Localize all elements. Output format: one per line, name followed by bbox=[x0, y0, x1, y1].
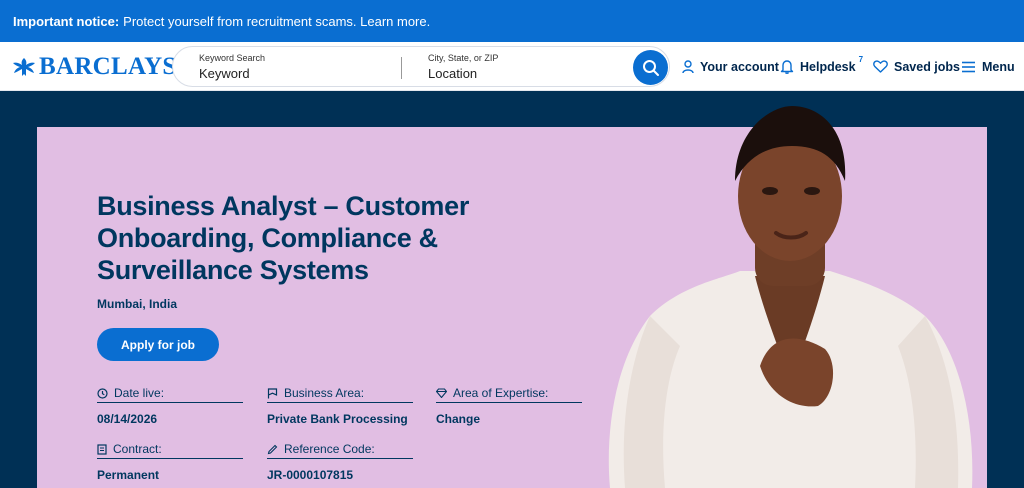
job-hero-section: Business Analyst – Customer Onboarding, … bbox=[0, 91, 1024, 488]
your-account-link[interactable]: Your account bbox=[682, 42, 779, 91]
meta-label: Reference Code: bbox=[284, 442, 375, 456]
barclays-logo[interactable]: BARCLAYS bbox=[12, 53, 177, 81]
meta-value: JR-0000107815 bbox=[267, 468, 354, 482]
site-header: BARCLAYS Keyword Search Keyword City, St… bbox=[0, 42, 1024, 91]
job-title: Business Analyst – Customer Onboarding, … bbox=[97, 191, 470, 285]
hamburger-icon bbox=[962, 61, 975, 72]
menu-button[interactable]: Menu bbox=[961, 42, 1015, 91]
meta-value: Permanent bbox=[97, 468, 160, 482]
meta-value: 08/14/2026 bbox=[97, 412, 158, 426]
location-search-field[interactable]: City, State, or ZIP Location bbox=[428, 53, 498, 81]
notice-text[interactable]: Protect yourself from recruitment scams.… bbox=[123, 14, 430, 29]
pencil-icon bbox=[267, 444, 278, 454]
search-divider bbox=[401, 57, 402, 79]
important-notice-bar[interactable]: Important notice: Protect yourself from … bbox=[0, 0, 1024, 42]
saved-jobs-link[interactable]: Saved jobs bbox=[873, 42, 960, 91]
helpdesk-link[interactable]: Helpdesk 7 bbox=[780, 42, 863, 91]
search-icon bbox=[642, 59, 659, 76]
hero-portrait-image bbox=[608, 106, 973, 488]
meta-label: Business Area: bbox=[284, 386, 365, 400]
meta-label: Area of Expertise: bbox=[453, 386, 549, 400]
job-search-bar: Keyword Search Keyword City, State, or Z… bbox=[172, 46, 670, 87]
flag-icon bbox=[267, 387, 278, 398]
apply-for-job-button[interactable]: Apply for job bbox=[97, 328, 219, 361]
meta-value: Change bbox=[436, 412, 481, 426]
location-label: City, State, or ZIP bbox=[428, 53, 499, 63]
meta-label: Date live: bbox=[114, 386, 165, 400]
document-icon bbox=[97, 443, 107, 455]
keyword-input[interactable]: Keyword bbox=[199, 66, 265, 81]
clock-icon bbox=[97, 387, 108, 399]
meta-business-area: Business Area: Private Bank Processing bbox=[267, 386, 413, 426]
job-location: Mumbai, India bbox=[97, 297, 178, 311]
meta-value: Private Bank Processing bbox=[267, 412, 408, 426]
user-icon bbox=[682, 59, 694, 73]
keyword-label: Keyword Search bbox=[199, 53, 266, 63]
helpdesk-label: Helpdesk bbox=[800, 59, 856, 74]
meta-reference-code: Reference Code: JR-0000107815 bbox=[267, 442, 413, 482]
meta-contract: Contract: Permanent bbox=[97, 442, 243, 482]
saved-jobs-label: Saved jobs bbox=[894, 59, 960, 74]
location-input[interactable]: Location bbox=[428, 66, 498, 81]
meta-date-live: Date live: 08/14/2026 bbox=[97, 386, 243, 426]
meta-area-of-expertise: Area of Expertise: Change bbox=[436, 386, 582, 426]
keyword-search-field[interactable]: Keyword Search Keyword bbox=[199, 53, 265, 81]
eagle-icon bbox=[13, 58, 35, 76]
helpdesk-badge: 7 bbox=[858, 55, 864, 64]
bell-icon bbox=[780, 60, 794, 74]
brand-name: BARCLAYS bbox=[39, 53, 177, 80]
your-account-label: Your account bbox=[700, 59, 779, 74]
heart-icon bbox=[873, 60, 888, 73]
diamond-icon bbox=[436, 388, 447, 398]
search-button[interactable] bbox=[633, 50, 668, 85]
meta-label: Contract: bbox=[113, 442, 162, 456]
notice-bold: Important notice: bbox=[13, 13, 120, 29]
menu-label: Menu bbox=[982, 59, 1015, 74]
